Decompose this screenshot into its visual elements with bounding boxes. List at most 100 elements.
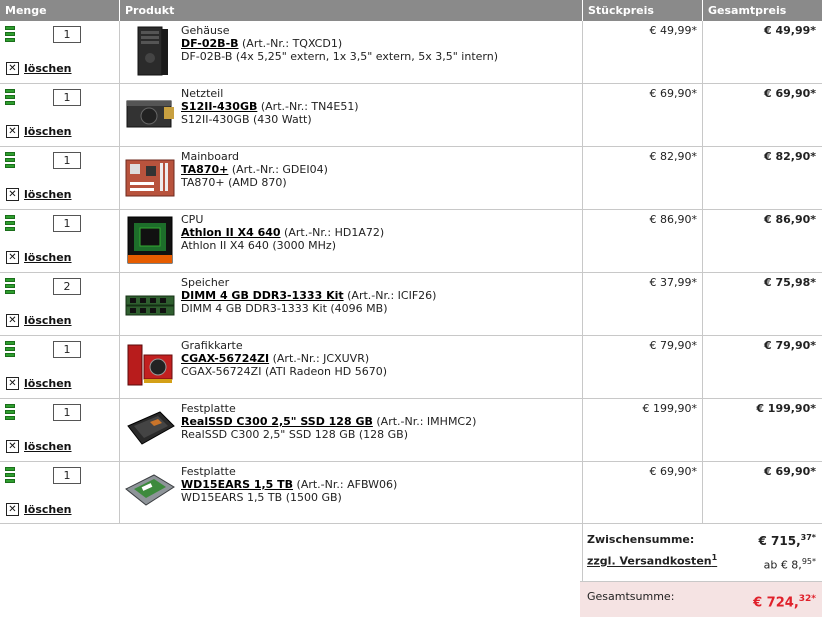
- drag-handle-icon[interactable]: [5, 467, 15, 485]
- close-icon[interactable]: ✕: [6, 376, 19, 390]
- shopping-cart: Menge Produkt Stückpreis Gesamtpreis ✕ lö…: [0, 0, 822, 617]
- product-description: WD15EARS 1,5 TB (1500 GB): [181, 491, 342, 504]
- drag-handle-icon[interactable]: [5, 341, 15, 359]
- power-supply-image[interactable]: [124, 89, 176, 139]
- total-price: € 199,90*: [756, 402, 816, 415]
- product-name-link[interactable]: CGAX-56724ZI: [181, 352, 269, 365]
- close-icon[interactable]: ✕: [6, 124, 19, 138]
- product-category: Speicher: [181, 276, 230, 289]
- drag-handle-icon[interactable]: [5, 89, 15, 107]
- delete-button[interactable]: ✕ löschen: [6, 502, 72, 516]
- product-category: Gehäuse: [181, 24, 230, 37]
- total-price: € 86,90*: [763, 213, 816, 226]
- unit-price: € 49,99*: [649, 24, 698, 37]
- subtotal-value: € 715,37*: [759, 533, 816, 548]
- product-info: Netzteil S12II-430GB (Art.-Nr.: TN4E51) …: [181, 87, 359, 126]
- product-category: CPU: [181, 213, 204, 226]
- grand-main: € 724,: [753, 595, 799, 611]
- close-icon[interactable]: ✕: [6, 313, 19, 327]
- article-number: (Art.-Nr.: HD1A72): [284, 226, 385, 239]
- cart-row: ✕ löschen Mainboard TA870+ (Art.-Nr.: GDE…: [0, 146, 822, 209]
- total-price: € 79,90*: [763, 339, 816, 352]
- unit-price: € 82,90*: [649, 150, 698, 163]
- column-header-unit-price: Stückpreis: [583, 0, 702, 21]
- delete-button[interactable]: ✕ löschen: [6, 61, 72, 75]
- article-number: (Art.-Nr.: JCXUVR): [272, 352, 370, 365]
- product-name-link[interactable]: RealSSD C300 2,5" SSD 128 GB: [181, 415, 373, 428]
- mainboard-image[interactable]: [124, 152, 176, 202]
- drag-handle-icon[interactable]: [5, 278, 15, 296]
- subtotal-label: Zwischensumme:: [587, 533, 695, 546]
- product-name-link[interactable]: DIMM 4 GB DDR3-1333 Kit: [181, 289, 344, 302]
- quantity-input[interactable]: [53, 215, 81, 232]
- total-price: € 69,90*: [763, 465, 816, 478]
- unit-price: € 79,90*: [649, 339, 698, 352]
- quantity-input[interactable]: [53, 89, 81, 106]
- cart-row: ✕ löschen CPU Athlon II X4 640 (Art.-Nr.:…: [0, 209, 822, 272]
- unit-price: € 37,99*: [649, 276, 698, 289]
- product-info: CPU Athlon II X4 640 (Art.-Nr.: HD1A72) …: [181, 213, 384, 252]
- shipping-label[interactable]: zzgl. Versandkosten: [587, 555, 712, 568]
- close-icon[interactable]: ✕: [6, 439, 19, 453]
- unit-price: € 86,90*: [649, 213, 698, 226]
- close-icon[interactable]: ✕: [6, 187, 19, 201]
- delete-link[interactable]: löschen: [24, 377, 72, 390]
- product-name-link[interactable]: DF-02B-B: [181, 37, 239, 50]
- delete-link[interactable]: löschen: [24, 62, 72, 75]
- shipping-footnote: 1: [711, 553, 718, 562]
- product-name-link[interactable]: WD15EARS 1,5 TB: [181, 478, 293, 491]
- subtotal-cents: 37*: [800, 533, 816, 542]
- delete-button[interactable]: ✕ löschen: [6, 313, 72, 327]
- ram-modules-image[interactable]: [124, 278, 176, 328]
- drag-handle-icon[interactable]: [5, 215, 15, 233]
- delete-link[interactable]: löschen: [24, 314, 72, 327]
- delete-link[interactable]: löschen: [24, 188, 72, 201]
- drag-handle-icon[interactable]: [5, 404, 15, 422]
- computer-case-image[interactable]: [124, 26, 176, 76]
- quantity-input[interactable]: [53, 404, 81, 421]
- grand-total-box: Gesamtsumme: € 724,32*: [580, 581, 822, 617]
- delete-link[interactable]: löschen: [24, 251, 72, 264]
- product-info: Gehäuse DF-02B-B (Art.-Nr.: TQXCD1) DF-0…: [181, 24, 498, 63]
- product-name-link[interactable]: Athlon II X4 640: [181, 226, 281, 239]
- product-info: Grafikkarte CGAX-56724ZI (Art.-Nr.: JCXU…: [181, 339, 387, 378]
- quantity-input[interactable]: [53, 341, 81, 358]
- total-price: € 69,90*: [763, 87, 816, 100]
- product-info: Festplatte WD15EARS 1,5 TB (Art.-Nr.: AF…: [181, 465, 397, 504]
- delete-link[interactable]: löschen: [24, 440, 72, 453]
- quantity-input[interactable]: [53, 467, 81, 484]
- quantity-input[interactable]: [53, 278, 81, 295]
- cart-row: ✕ löschen Festplatte WD15EARS 1,5 TB (Art…: [0, 461, 822, 524]
- close-icon[interactable]: ✕: [6, 502, 19, 516]
- delete-button[interactable]: ✕ löschen: [6, 187, 72, 201]
- delete-button[interactable]: ✕ löschen: [6, 376, 72, 390]
- product-name-link[interactable]: TA870+: [181, 163, 228, 176]
- delete-button[interactable]: ✕ löschen: [6, 124, 72, 138]
- ssd-image[interactable]: [124, 404, 176, 454]
- shipping-costs-link[interactable]: zzgl. Versandkosten1: [587, 553, 717, 568]
- hard-drive-image[interactable]: [124, 467, 176, 517]
- product-description: TA870+ (AMD 870): [181, 176, 287, 189]
- delete-button[interactable]: ✕ löschen: [6, 439, 72, 453]
- quantity-input[interactable]: [53, 152, 81, 169]
- column-header-qty: Menge: [0, 0, 119, 21]
- total-price: € 49,99*: [763, 24, 816, 37]
- graphics-card-image[interactable]: [124, 341, 176, 391]
- product-description: S12II-430GB (430 Watt): [181, 113, 312, 126]
- cpu-box-image[interactable]: [124, 215, 176, 265]
- delete-link[interactable]: löschen: [24, 503, 72, 516]
- article-number: (Art.-Nr.: ICIF26): [347, 289, 437, 302]
- quantity-input[interactable]: [53, 26, 81, 43]
- drag-handle-icon[interactable]: [5, 152, 15, 170]
- close-icon[interactable]: ✕: [6, 250, 19, 264]
- product-category: Mainboard: [181, 150, 240, 163]
- delete-button[interactable]: ✕ löschen: [6, 250, 72, 264]
- product-name-link[interactable]: S12II-430GB: [181, 100, 257, 113]
- delete-link[interactable]: löschen: [24, 125, 72, 138]
- article-number: (Art.-Nr.: TN4E51): [260, 100, 359, 113]
- cart-row: ✕ löschen Festplatte RealSSD C300 2,5" SS…: [0, 398, 822, 461]
- product-description: Athlon II X4 640 (3000 MHz): [181, 239, 336, 252]
- drag-handle-icon[interactable]: [5, 26, 15, 44]
- grand-total-label: Gesamtsumme:: [587, 590, 675, 603]
- close-icon[interactable]: ✕: [6, 61, 19, 75]
